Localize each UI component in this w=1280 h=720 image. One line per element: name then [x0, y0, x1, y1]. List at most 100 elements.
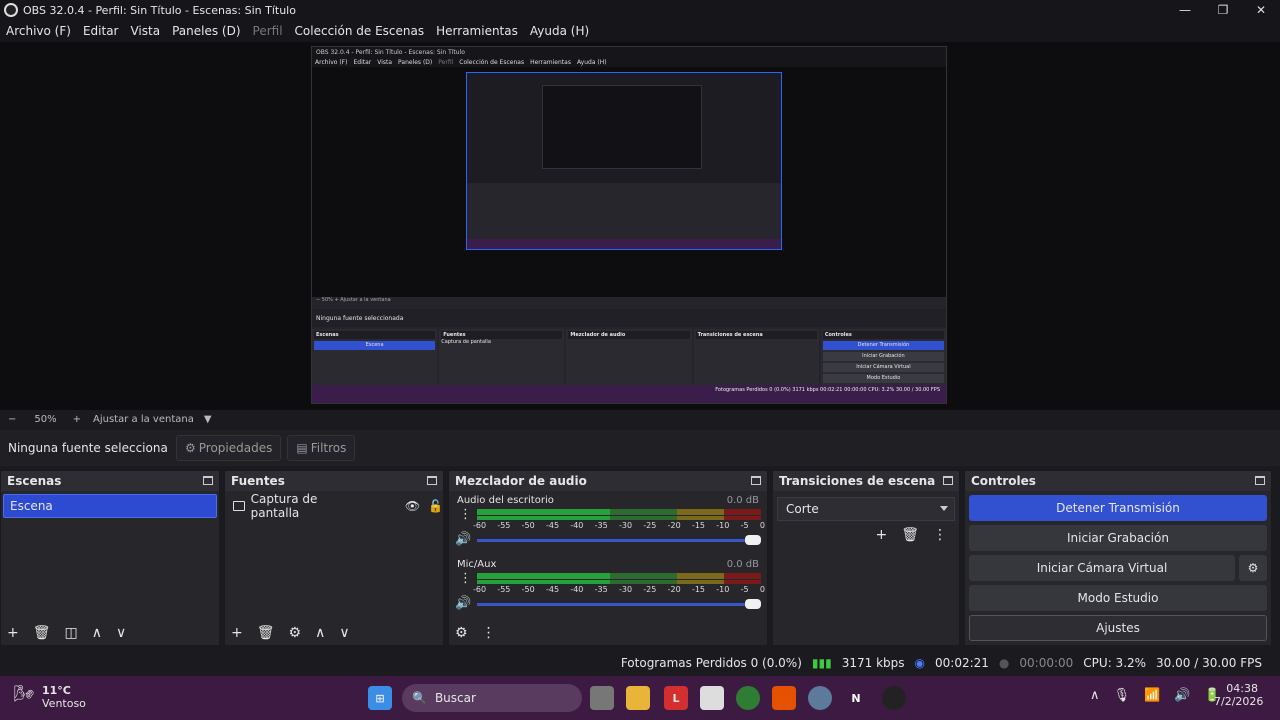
- gear-icon[interactable]: ⚙: [1239, 555, 1267, 581]
- up-icon[interactable]: ∧: [92, 625, 102, 641]
- scale-tick: -40: [570, 585, 584, 594]
- volume-icon[interactable]: 🔊: [1174, 688, 1190, 703]
- menu-editar[interactable]: Editar: [77, 24, 125, 38]
- menu-dots-icon[interactable]: ⋮: [933, 527, 947, 543]
- popout-icon[interactable]: [203, 476, 213, 485]
- start-record-button[interactable]: Iniciar Grabación: [969, 525, 1267, 551]
- selection-bar: Ninguna fuente selecciona ⚙ Propiedades ▤…: [0, 430, 1280, 466]
- weather-widget[interactable]: 🌬 11°C Ventoso: [14, 684, 86, 710]
- add-icon[interactable]: +: [875, 527, 887, 543]
- source-item[interactable]: Captura de pantalla 👁 🔓: [225, 492, 443, 520]
- fit-window-label[interactable]: Ajustar a la ventana: [93, 414, 194, 425]
- menu-paneles[interactable]: Paneles (D): [166, 24, 246, 38]
- minimize-button[interactable]: —: [1166, 0, 1204, 20]
- nested-scene: Escena: [314, 341, 436, 350]
- nested-obs-preview: OBS 32.0.4 - Perfil: Sin Título - Escena…: [311, 46, 947, 404]
- maximize-button[interactable]: ❐: [1204, 0, 1242, 20]
- menu-herramientas[interactable]: Herramientas: [430, 24, 524, 38]
- settings-button[interactable]: Ajustes: [969, 615, 1267, 641]
- down-icon[interactable]: ∨: [116, 625, 126, 641]
- level-meter-2: [477, 516, 761, 520]
- wifi-icon[interactable]: 📶: [1144, 688, 1160, 703]
- level-meter: [477, 509, 761, 515]
- scale-tick: -50: [521, 585, 535, 594]
- popout-icon[interactable]: [751, 476, 761, 485]
- weather-temp: 11°C: [42, 684, 71, 697]
- mic-icon[interactable]: 🎙: [1114, 688, 1131, 703]
- fps: 30.00 / 30.00 FPS: [1156, 656, 1262, 670]
- menu-coleccion[interactable]: Colección de Escenas: [289, 24, 431, 38]
- nested-inner-screen: [542, 85, 702, 169]
- stop-stream-button[interactable]: Detener Transmisión: [969, 495, 1267, 521]
- zoom-in-button[interactable]: +: [73, 414, 81, 425]
- sources-dock: Fuentes Captura de pantalla 👁 🔓 + 🗑 ⚙ ∧ …: [224, 470, 444, 646]
- eye-icon[interactable]: 👁: [405, 499, 420, 513]
- scene-item[interactable]: Escena: [3, 494, 217, 518]
- preview-canvas[interactable]: OBS 32.0.4 - Perfil: Sin Título - Escena…: [0, 42, 1280, 410]
- studio-mode-button[interactable]: Modo Estudio: [969, 585, 1267, 611]
- filter-icon[interactable]: ◫: [65, 625, 78, 641]
- filter-icon: ▤: [296, 441, 308, 455]
- obs-taskbar-icon[interactable]: [882, 686, 906, 710]
- chevron-up-icon[interactable]: ∧: [1090, 688, 1100, 703]
- channel-db: 0.0 dB: [726, 495, 759, 506]
- popout-icon[interactable]: [1255, 476, 1265, 485]
- nested-selection: Ninguna fuente seleccionada: [312, 309, 946, 327]
- close-button[interactable]: ✕: [1242, 0, 1280, 20]
- audio-mixer-dock: Mezclador de audio Audio del escritorio …: [448, 470, 768, 646]
- chrome-icon[interactable]: [736, 686, 760, 710]
- scale-tick: -55: [497, 521, 511, 530]
- chevron-down-icon[interactable]: ▼: [204, 414, 212, 425]
- record-icon: ●: [998, 656, 1010, 670]
- nested-inner-docks: [467, 183, 781, 239]
- down-icon[interactable]: ∨: [339, 625, 349, 641]
- scale-tick: -55: [497, 585, 511, 594]
- scenes-toolbar: + 🗑 ◫ ∧ ∨: [1, 621, 219, 645]
- popout-icon[interactable]: [943, 476, 953, 485]
- volume-slider[interactable]: [477, 603, 757, 606]
- scale-tick: -20: [667, 585, 681, 594]
- menu-dots-icon[interactable]: ⋮: [459, 572, 472, 585]
- volume-slider[interactable]: [477, 539, 757, 542]
- volume-knob[interactable]: [745, 535, 761, 545]
- file-explorer-icon[interactable]: [626, 686, 650, 710]
- speaker-icon[interactable]: 🔊: [455, 596, 471, 611]
- windows-start-icon[interactable]: ⊞: [368, 686, 392, 710]
- filters-button[interactable]: ▤ Filtros: [287, 435, 356, 461]
- taskbar-search[interactable]: 🔍 Buscar: [402, 684, 582, 712]
- clock[interactable]: 04:38 7/2/2026: [1214, 682, 1263, 708]
- start-vcam-button[interactable]: Iniciar Cámara Virtual: [969, 555, 1235, 581]
- settings-app-icon[interactable]: [808, 686, 832, 710]
- scale-tick: -25: [643, 585, 657, 594]
- add-icon[interactable]: +: [231, 625, 243, 641]
- transition-select[interactable]: Corte: [777, 497, 955, 521]
- up-icon[interactable]: ∧: [315, 625, 325, 641]
- l-app-icon[interactable]: L: [664, 686, 688, 710]
- store-icon[interactable]: [700, 686, 724, 710]
- sources-toolbar: + 🗑 ⚙ ∧ ∨: [225, 621, 443, 645]
- menu-vista[interactable]: Vista: [124, 24, 166, 38]
- nested-status: Fotogramas Perdidos 0 (0.0%) 3171 kbps 0…: [715, 387, 940, 393]
- popout-icon[interactable]: [427, 476, 437, 485]
- menu-dots-icon[interactable]: ⋮: [482, 625, 496, 641]
- volume-knob[interactable]: [745, 599, 761, 609]
- task-view-icon[interactable]: [590, 686, 614, 710]
- menu-archivo[interactable]: Archivo (F): [0, 24, 77, 38]
- trash-icon[interactable]: 🗑: [257, 625, 275, 641]
- dropped-frames: Fotogramas Perdidos 0 (0.0%): [620, 656, 802, 670]
- trash-icon[interactable]: 🗑: [33, 625, 51, 641]
- menu-ayuda[interactable]: Ayuda (H): [524, 24, 595, 38]
- brave-icon[interactable]: [772, 686, 796, 710]
- notion-icon[interactable]: N: [844, 686, 868, 710]
- scale-tick: -45: [545, 585, 560, 594]
- zoom-out-button[interactable]: −: [8, 414, 16, 425]
- properties-button[interactable]: ⚙ Propiedades: [176, 435, 282, 461]
- speaker-icon[interactable]: 🔊: [455, 532, 471, 547]
- lock-icon[interactable]: 🔓: [428, 499, 443, 513]
- menu-dots-icon[interactable]: ⋮: [459, 508, 472, 521]
- add-icon[interactable]: +: [7, 625, 19, 641]
- trash-icon[interactable]: 🗑: [901, 527, 919, 543]
- gears-icon[interactable]: ⚙: [455, 625, 468, 641]
- nested-dock-title: Controles: [822, 331, 945, 339]
- gear-icon[interactable]: ⚙: [289, 625, 302, 641]
